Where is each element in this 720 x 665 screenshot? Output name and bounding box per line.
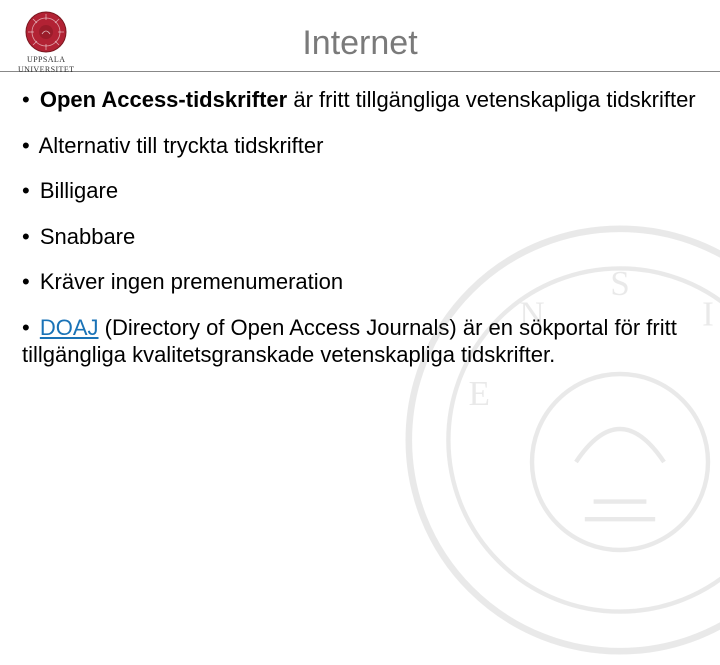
- doaj-link[interactable]: DOAJ: [40, 315, 99, 340]
- bullet-text: är fritt tillgängliga vetenskapliga tids…: [287, 87, 695, 112]
- list-item: • Open Access-tidskrifter är fritt tillg…: [22, 86, 698, 114]
- seal-icon: [24, 10, 68, 54]
- logo-text-bottom: UNIVERSITET: [18, 66, 74, 74]
- list-item: • Snabbare: [22, 223, 698, 251]
- list-item: • Billigare: [22, 177, 698, 205]
- divider: [0, 71, 720, 72]
- content: • Open Access-tidskrifter är fritt tillg…: [0, 86, 720, 369]
- list-item: • Alternativ till tryckta tidskrifter: [22, 132, 698, 160]
- bullet-icon: •: [22, 315, 30, 340]
- bullet-text: Billigare: [40, 178, 118, 203]
- page-title: Internet: [0, 24, 720, 63]
- logo-text-top: UPPSALA: [27, 56, 65, 64]
- bullet-text: Alternativ till tryckta tidskrifter: [39, 133, 324, 158]
- bullet-text: (Directory of Open Access Journals) är e…: [22, 315, 677, 368]
- bullet-text: Kräver ingen premenumeration: [40, 269, 343, 294]
- bullet-icon: •: [22, 224, 30, 249]
- bullet-icon: •: [22, 87, 30, 112]
- header: UPPSALA UNIVERSITET Internet: [0, 0, 720, 72]
- bullet-text: Snabbare: [40, 224, 135, 249]
- slide: S I S N E: [0, 0, 720, 540]
- bullet-icon: •: [22, 269, 30, 294]
- list-item: • Kräver ingen premenumeration: [22, 268, 698, 296]
- list-item: • DOAJ (Directory of Open Access Journal…: [22, 314, 698, 369]
- bullet-icon: •: [22, 133, 30, 158]
- bullet-bold: Open Access-tidskrifter: [40, 87, 287, 112]
- university-logo: UPPSALA UNIVERSITET: [18, 10, 74, 74]
- bullet-icon: •: [22, 178, 30, 203]
- svg-text:E: E: [468, 374, 490, 413]
